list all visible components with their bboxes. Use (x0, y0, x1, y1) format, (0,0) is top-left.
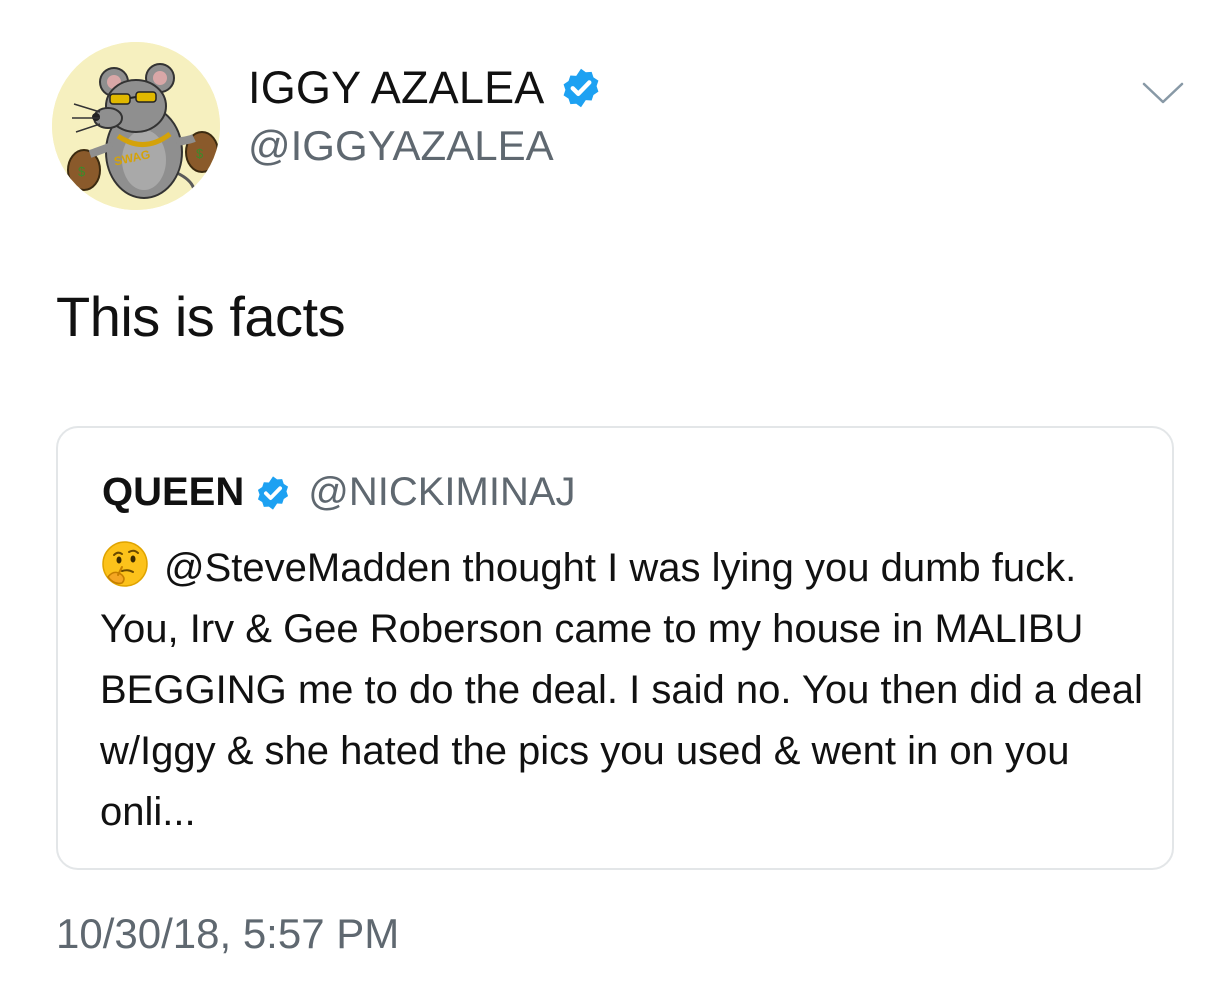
tweet-timestamp[interactable]: 10/30/18, 5:57 PM (56, 910, 399, 958)
quoted-author-name: QUEEN (102, 470, 245, 514)
avatar[interactable]: SWAG $ $ (52, 42, 220, 210)
author-name-text: IGGY AZALEA (248, 62, 545, 113)
svg-text:$: $ (78, 164, 86, 179)
chevron-down-icon[interactable] (1140, 80, 1186, 106)
cartoon-rat-avatar-icon: SWAG $ $ (52, 42, 220, 210)
author-display-name[interactable]: IGGY AZALEA (248, 62, 603, 114)
quoted-tweet-header: QUEEN @NICKIMINAJ (102, 470, 576, 515)
thinking-face-icon (100, 539, 150, 589)
quoted-tweet-text: @SteveMadden thought I was lying you dum… (100, 538, 1150, 843)
svg-text:$: $ (196, 146, 204, 161)
author-handle[interactable]: @IGGYAZALEA (248, 122, 554, 170)
tweet-text: This is facts (56, 285, 346, 348)
verified-badge-icon (559, 66, 603, 110)
quoted-tweet-card[interactable]: QUEEN @NICKIMINAJ @SteveMadden thought I… (56, 426, 1174, 870)
quoted-author-handle: @NICKIMINAJ (308, 470, 576, 514)
quoted-tweet-body-text: @SteveMadden thought I was lying you dum… (100, 546, 1143, 834)
verified-badge-icon (254, 474, 292, 512)
